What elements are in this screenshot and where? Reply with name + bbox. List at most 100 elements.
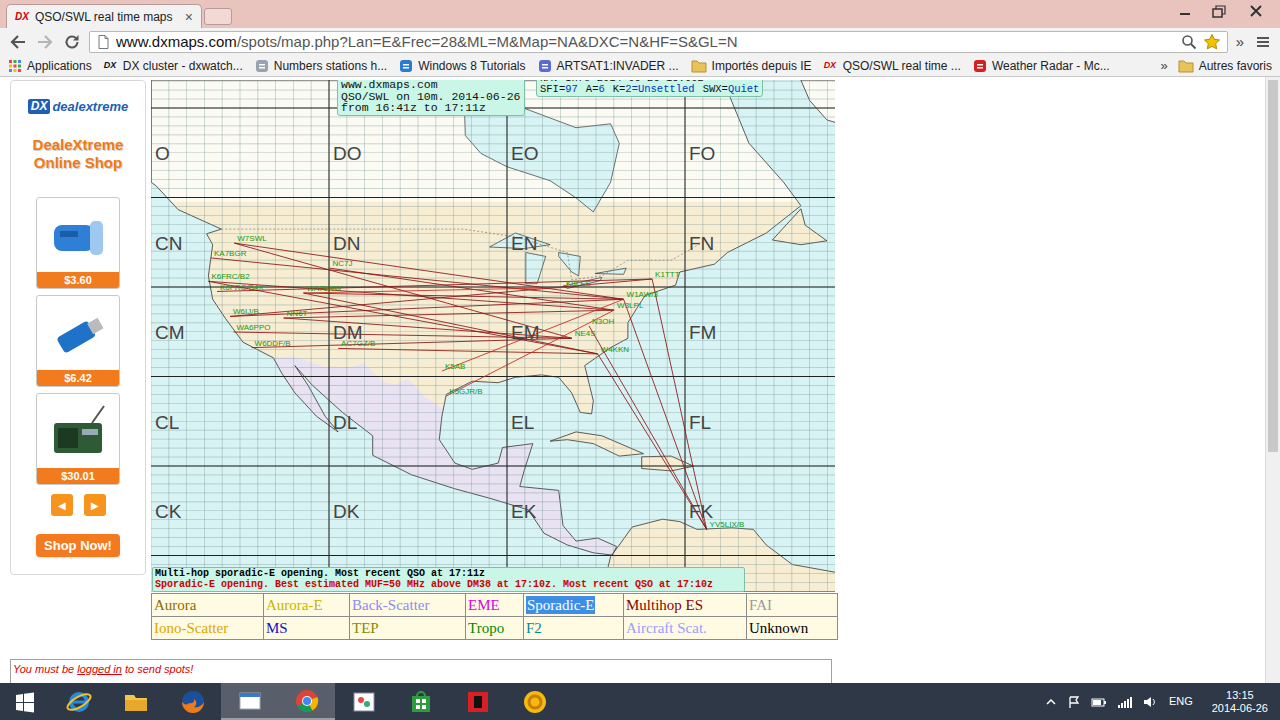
legend-cell[interactable]: Aurora [152, 594, 263, 616]
other-bookmarks-folder[interactable]: Autres favoris [1178, 57, 1272, 75]
propagation-map[interactable]: W7SWL KA7BGR K6FRC/B2 K6FRC/B4X WA7LNW NC7J NN… [151, 80, 835, 592]
legend-cell[interactable]: FAI [747, 594, 837, 616]
bookmarks-overflow-button[interactable]: » [1160, 59, 1167, 72]
scrollbar-thumb[interactable] [1268, 80, 1278, 452]
scrollbar[interactable] [1265, 77, 1280, 683]
tab-close-button[interactable]: × [185, 10, 193, 24]
station-label[interactable]: K6FRC/B4X [220, 283, 264, 292]
taskbar-app-button[interactable] [164, 683, 221, 720]
login-link[interactable]: logged in [77, 663, 122, 675]
qso-path[interactable] [652, 279, 706, 529]
back-button[interactable] [6, 30, 30, 54]
legend-cell[interactable]: TEP [350, 617, 465, 639]
extensions-overflow-button[interactable]: » [1231, 34, 1249, 49]
legend-cell[interactable]: F2 [524, 617, 623, 639]
legend-cell[interactable]: Iono-Scatter [152, 617, 263, 639]
grid-field-label: CL [155, 412, 179, 433]
legend-cell[interactable]: Aircraft Scat. [624, 617, 746, 639]
reload-button[interactable] [60, 30, 84, 54]
station-label[interactable]: NN6T [287, 309, 308, 318]
qso-path[interactable] [442, 299, 624, 371]
qso-path[interactable] [217, 279, 652, 291]
bookmark-item[interactable]: DXDX cluster - dxwatch... [104, 57, 243, 75]
legend-cell[interactable]: EME [466, 594, 523, 616]
qso-path[interactable] [446, 310, 614, 396]
solar-indices: SFI=97A=6K=2=UnsettledSWX=Quiet [540, 84, 759, 95]
legend-cell[interactable]: Unknown [747, 617, 837, 639]
qso-path[interactable] [208, 281, 597, 354]
qso-path[interactable] [338, 348, 598, 353]
taskbar-app-button[interactable] [278, 683, 335, 720]
bookmark-item[interactable]: DXQSO/SWL real time ... [824, 57, 961, 75]
station-label[interactable]: W6DDF/B [255, 339, 291, 348]
qso-path[interactable] [234, 243, 623, 299]
bookmark-star-icon[interactable] [1203, 33, 1221, 51]
legend-cell[interactable]: Sporadic-E [524, 594, 623, 616]
flashlight-icon [48, 207, 108, 263]
address-bar[interactable]: www.dxmaps.com/spots/map.php?Lan=E&Frec=… [89, 31, 1228, 53]
station-label[interactable]: K6FRC/B2 [211, 272, 250, 281]
legend-label: MS [266, 619, 288, 637]
legend-cell[interactable]: Multihop ES [624, 594, 746, 616]
restore-button[interactable] [1202, 0, 1236, 21]
input-language[interactable]: ENG [1169, 693, 1193, 710]
taskbar-app-button[interactable] [107, 683, 164, 720]
clock[interactable]: 13:152014-06-26 [1212, 689, 1268, 715]
legend-label: TEP [352, 619, 379, 637]
bookmark-item[interactable]: Applications [8, 57, 92, 75]
new-tab-button[interactable] [204, 8, 232, 25]
station-label[interactable]: NC7J [333, 259, 353, 268]
start-button[interactable] [0, 683, 50, 720]
station-label[interactable]: K1TTT [655, 270, 680, 279]
station-label[interactable]: W3LPL [617, 301, 644, 310]
station-label[interactable]: WA7LNW [307, 284, 342, 293]
taskbar-app-button[interactable] [50, 683, 107, 720]
legend-label: Back-Scatter [352, 596, 429, 614]
product-card[interactable]: $6.42 [36, 295, 120, 387]
legend-cell[interactable]: Aurora-E [264, 594, 349, 616]
station-label[interactable]: KA7BGR [214, 249, 247, 258]
bookmark-item[interactable]: ARTSAT1:INVADER ... [538, 57, 679, 75]
station-label[interactable]: YV5LIX/B [710, 520, 745, 529]
qso-path[interactable] [304, 288, 564, 293]
previous-button[interactable]: ◀ [51, 494, 73, 516]
qso-path[interactable] [304, 293, 598, 354]
legend-cell[interactable]: Back-Scatter [350, 594, 465, 616]
legend-label: Iono-Scatter [154, 619, 228, 637]
bookmark-item[interactable]: Weather Radar - Mc... [973, 57, 1110, 75]
station-label[interactable]: W1AW/3 [627, 290, 659, 299]
explorer-icon [122, 688, 150, 716]
taskbar-app-button[interactable] [335, 683, 392, 720]
site-name[interactable]: www.dxmaps.com [341, 80, 521, 91]
station-label[interactable]: NE4S [575, 329, 596, 338]
close-window-button[interactable] [1236, 0, 1276, 21]
station-label[interactable]: W4KKN [601, 345, 630, 354]
product-card[interactable]: $3.60 [36, 197, 120, 289]
shop-now-button[interactable]: Shop Now! [36, 534, 120, 557]
product-card[interactable]: $30.01 [36, 393, 120, 485]
next-button[interactable]: ▶ [84, 494, 106, 516]
station-label[interactable]: N3OH [592, 317, 614, 326]
bookmark-item[interactable]: Numbers stations h... [255, 57, 387, 75]
taskbar-app-button[interactable] [506, 683, 563, 720]
chrome-menu-button[interactable] [1252, 31, 1274, 53]
station-label[interactable]: K5GJR/B [449, 387, 482, 396]
dealextreme-logo[interactable]: DXdealextreme [28, 99, 129, 114]
browser-tab[interactable]: DXQSO/SWL real time maps× [6, 4, 202, 28]
bookmark-item[interactable]: Importés depuis IE [691, 57, 812, 75]
station-label[interactable]: W7SWL [237, 234, 267, 243]
windows-logo-icon [14, 691, 36, 713]
station-label[interactable]: WA6PPO [237, 323, 271, 332]
minimize-button[interactable] [1168, 0, 1202, 21]
taskbar-app-button[interactable] [392, 683, 449, 720]
forward-button[interactable] [33, 30, 57, 54]
legend-cell[interactable]: Tropo [466, 617, 523, 639]
station-label[interactable]: K5AB [445, 362, 465, 371]
legend-cell[interactable]: MS [264, 617, 349, 639]
taskbar-app-button[interactable] [449, 683, 506, 720]
station-label[interactable]: K8LEE [566, 279, 591, 288]
bookmark-item[interactable]: Windows 8 Tutorials [399, 57, 525, 75]
qso-path[interactable] [284, 310, 614, 318]
station-label[interactable]: W6IJ/B [233, 307, 259, 316]
taskbar-app-button[interactable] [221, 683, 278, 720]
